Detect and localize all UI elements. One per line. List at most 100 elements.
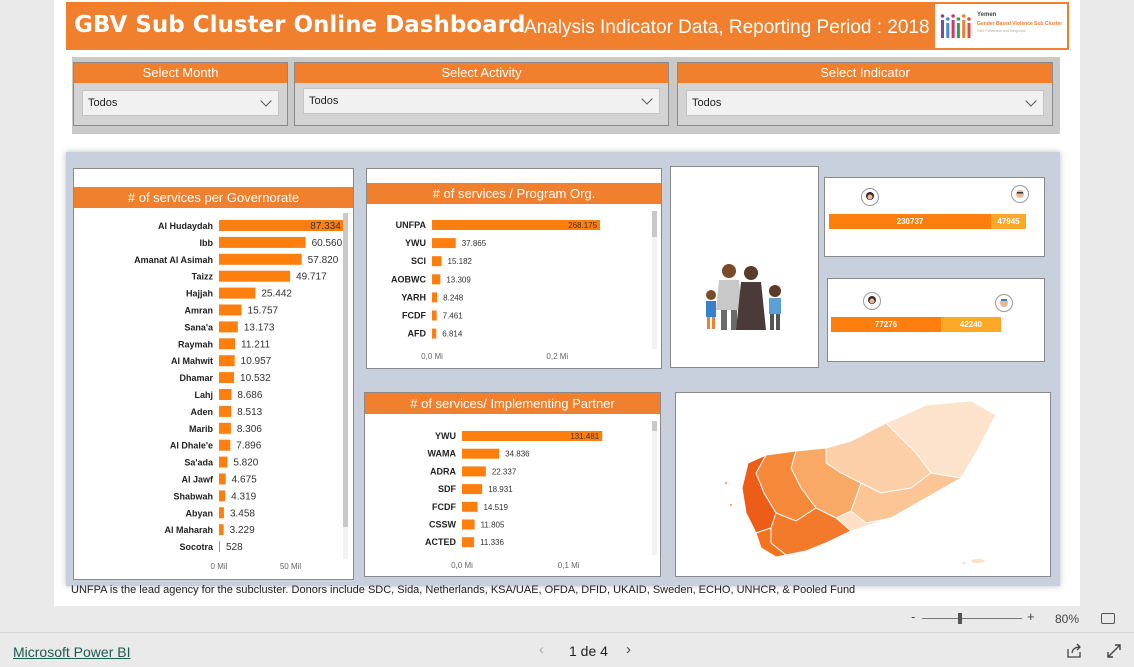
slicer-activity-label: Select Activity [295,63,668,83]
data-bar [432,256,442,267]
data-label: 10.957 [241,356,272,367]
category-label: ADRA [430,466,456,476]
implementing-partner-scrollbar[interactable] [652,421,657,555]
logo-figures-icon [940,14,971,38]
slicer-activity: Select Activity Todos [294,62,669,126]
indicator-dropdown-value: Todos [692,97,722,109]
month-dropdown[interactable]: Todos [82,90,279,116]
data-label: 49.717 [296,272,327,283]
category-label: Al Maharah [164,525,213,535]
bottom-bar: Microsoft Power BI ‹ 1 de 4 › [0,632,1134,667]
zoom-in-button[interactable]: + [1027,609,1035,624]
category-label: Amran [184,306,213,316]
page-indicator: 1 de 4 [569,643,608,659]
indicator-dropdown[interactable]: Todos [686,90,1044,116]
report-canvas: GBV Sub Cluster Online Dashboard Analysi… [54,0,1080,606]
implementing-partner-scroll-thumb[interactable] [652,421,657,431]
power-bi-link[interactable]: Microsoft Power BI [13,644,130,660]
logo-figure-body [941,20,944,38]
category-label: Al Hudaydah [158,221,213,231]
data-bar [219,422,231,434]
implementing-partner-chart[interactable]: # of services/ Implementing Partner YWU 1… [364,392,661,577]
chevron-down-icon [1025,95,1037,107]
program-org-chart-title: # of services / Program Org. [367,183,661,204]
logo-figure-head [967,17,971,21]
logo-figure-body [962,20,966,38]
data-label: 3.229 [230,525,255,536]
governorate-chart-title: # of services per Governorate [74,187,353,208]
data-bar [219,287,256,299]
data-bar [219,253,302,265]
data-label: 22.337 [492,467,517,476]
data-bar [219,304,242,316]
category-label: Raymah [178,339,213,349]
dashboard-title: GBV Sub Cluster Online Dashboard [74,12,526,38]
slicer-indicator: Select Indicator Todos [677,62,1053,126]
girls-bar[interactable]: 77276 [831,317,941,332]
slicer-month-label: Select Month [74,63,287,83]
zoom-slider[interactable] [922,618,1022,619]
category-label: YARH [401,292,426,302]
governorate-scroll-thumb[interactable] [343,213,348,527]
category-label: Lahj [194,390,213,400]
data-bar [219,372,235,384]
adults-kpi-card[interactable]: 230737 47945 [824,177,1045,257]
category-label: Marib [189,424,214,434]
month-dropdown-value: Todos [88,97,118,109]
program-org-chart[interactable]: # of services / Program Org. UNFPA 268.17… [366,168,662,369]
dashboard-subtitle: Analysis Indicator Data, Reporting Perio… [524,17,930,38]
x-tick-label: 0,0 Mi [451,561,473,570]
data-bar [462,519,475,530]
children-kpi-card[interactable]: 77276 42240 [827,278,1045,362]
logo-text-tagline: GBV Prevention and Response [977,29,1026,33]
boys-bar[interactable]: 42240 [941,317,1001,332]
logo-text-org: Gender Based Violence Sub Cluster [977,21,1063,27]
data-label: 8.248 [443,293,464,302]
x-tick-label: 0,2 Mi [546,352,568,361]
previous-page-button[interactable]: ‹ [539,641,544,658]
zoom-bar: - + 80% [0,606,1134,632]
family-illustration [670,166,819,368]
category-label: Shabwah [173,491,213,501]
category-label: FCDF [432,502,456,512]
implementing-partner-chart-title: # of services/ Implementing Partner [365,393,660,414]
category-label: FCDF [402,311,426,321]
logo-text-country: Yemen [977,12,997,18]
logo-figure-body [946,23,950,38]
data-bar [462,537,475,548]
data-label: 25.442 [261,289,292,300]
data-label: 8.513 [237,407,262,418]
fullscreen-icon[interactable] [1106,643,1122,659]
data-label: 131.481 [570,432,599,441]
slicer-month: Select Month Todos [73,62,288,126]
data-bar [219,507,224,519]
data-label: 13.309 [446,275,471,284]
data-bar [219,338,236,350]
category-label: YWU [435,431,456,441]
next-page-button[interactable]: › [626,641,631,658]
activity-dropdown-value: Todos [309,95,339,107]
data-bar [462,466,486,477]
data-label: 34.836 [505,450,530,459]
category-label: Ibb [200,238,214,248]
activity-dropdown[interactable]: Todos [303,88,660,114]
data-bar [219,439,231,451]
data-label: 4.319 [231,491,256,502]
data-bar [219,473,226,485]
category-label: AOBWC [391,274,426,284]
share-icon[interactable] [1066,643,1082,659]
data-bar [432,238,456,249]
governorate-chart[interactable]: # of services per Governorate Al Hudayda… [73,168,354,580]
program-org-scroll-thumb[interactable] [652,211,657,237]
fit-to-page-icon[interactable] [1101,613,1115,624]
data-label: 528 [226,542,243,553]
logo-figure-head [940,14,945,18]
x-tick-label: 0 Mil [211,562,228,571]
female-adults-bar[interactable]: 230737 [829,214,991,229]
data-bar [219,541,220,553]
yemen-map[interactable] [675,392,1051,577]
zoom-slider-handle[interactable] [958,613,962,624]
zoom-out-button[interactable]: - [911,609,915,624]
male-adults-bar[interactable]: 47945 [991,214,1026,229]
data-label: 18.931 [488,485,513,494]
